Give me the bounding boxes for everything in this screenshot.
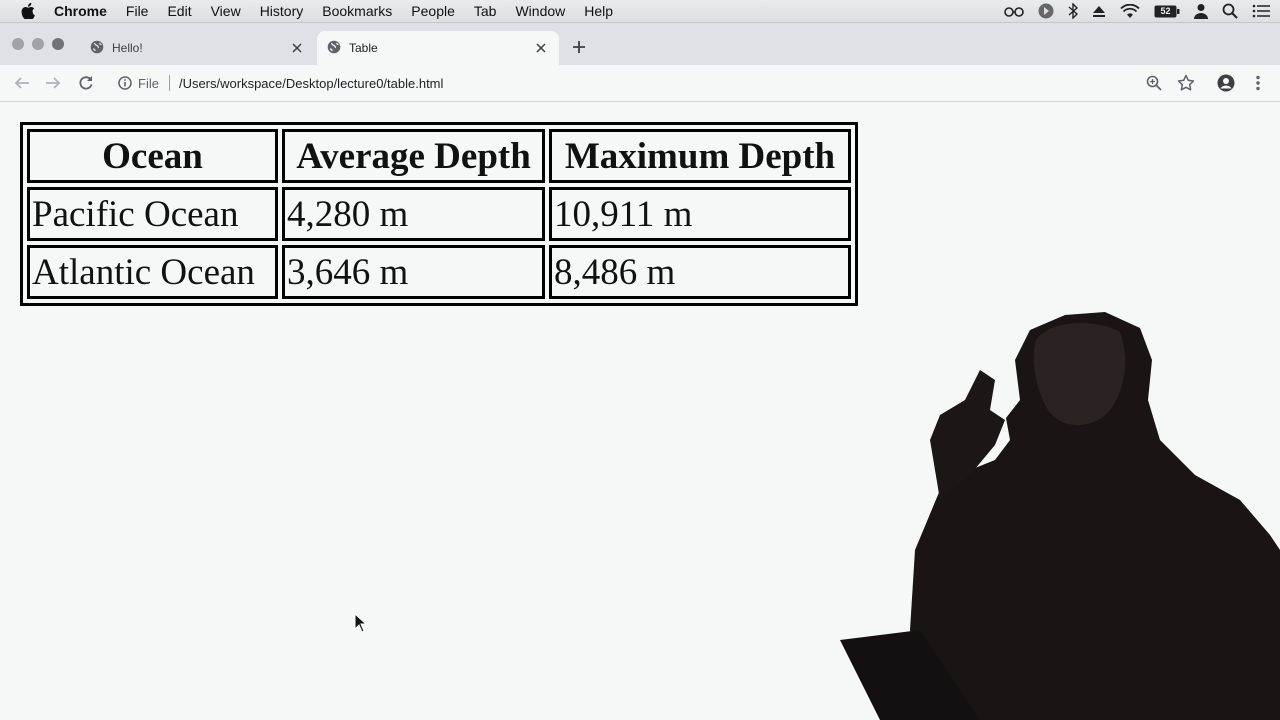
menu-people[interactable]: People: [411, 3, 455, 19]
tab-title: Table: [349, 41, 378, 55]
battery-level-text: 52: [1160, 5, 1171, 16]
globe-icon: [327, 40, 341, 57]
menu-window[interactable]: Window: [515, 3, 565, 19]
tab-table[interactable]: Table: [317, 31, 559, 65]
more-menu-icon[interactable]: [1249, 74, 1267, 92]
bluetooth-icon[interactable]: [1068, 3, 1078, 19]
back-arrow-icon[interactable]: [12, 73, 32, 93]
header-ocean: Ocean: [27, 129, 278, 183]
address-bar[interactable]: File /Users/workspace/Desktop/lecture0/t…: [108, 69, 1178, 97]
header-average-depth: Average Depth: [282, 129, 545, 183]
wifi-icon[interactable]: [1120, 3, 1140, 19]
macos-menu-bar: Chrome File Edit View History Bookmarks …: [0, 0, 1280, 23]
table-row: Pacific Ocean 4,280 m 10,911 m: [27, 187, 851, 241]
scheme-label: File: [138, 75, 159, 91]
battery-icon[interactable]: 52: [1154, 5, 1180, 18]
globe-icon: [90, 40, 104, 57]
presenter-figure: [840, 312, 1280, 720]
status-icons: 52: [1004, 0, 1270, 22]
menu-view[interactable]: View: [211, 3, 241, 19]
menu-help[interactable]: Help: [584, 3, 613, 19]
browser-toolbar: File /Users/workspace/Desktop/lecture0/t…: [0, 65, 1280, 102]
table-cell: 8,486 m: [549, 245, 851, 299]
mouse-cursor-icon: [354, 613, 368, 633]
app-status-icon[interactable]: [1038, 3, 1054, 19]
table-cell: Pacific Ocean: [27, 187, 278, 241]
address-divider: [168, 75, 170, 91]
forward-arrow-icon[interactable]: [43, 73, 63, 93]
menu-tab[interactable]: Tab: [474, 3, 497, 19]
menu-edit[interactable]: Edit: [167, 3, 191, 19]
menu-file[interactable]: File: [126, 3, 149, 19]
close-tab-icon[interactable]: [289, 40, 305, 56]
table-cell: 3,646 m: [282, 245, 545, 299]
close-tab-icon[interactable]: [533, 40, 549, 56]
tab-hello[interactable]: Hello!: [80, 31, 315, 65]
reload-icon[interactable]: [76, 73, 96, 93]
notification-center-icon[interactable]: [1252, 4, 1270, 18]
url-text[interactable]: /Users/workspace/Desktop/lecture0/table.…: [179, 76, 443, 91]
apple-menu-icon[interactable]: [20, 3, 36, 19]
info-icon[interactable]: [118, 76, 132, 90]
table-cell: 4,280 m: [282, 187, 545, 241]
menu-history[interactable]: History: [260, 3, 304, 19]
menu-bookmarks[interactable]: Bookmarks: [322, 3, 392, 19]
new-tab-plus-icon[interactable]: [569, 37, 589, 57]
bookmark-star-icon[interactable]: [1177, 74, 1195, 92]
zoom-icon[interactable]: [1145, 74, 1163, 92]
glasses-icon[interactable]: [1004, 5, 1024, 17]
tab-title: Hello!: [112, 41, 143, 55]
menu-chrome[interactable]: Chrome: [54, 3, 107, 19]
tab-strip: Hello! Table: [0, 23, 1280, 65]
table-row: Atlantic Ocean 3,646 m 8,486 m: [27, 245, 851, 299]
table-cell: 10,911 m: [549, 187, 851, 241]
header-maximum-depth: Maximum Depth: [549, 129, 851, 183]
window-controls: [12, 38, 64, 50]
user-icon[interactable]: [1194, 3, 1208, 19]
zoom-window-button[interactable]: [52, 38, 64, 50]
profile-avatar-icon[interactable]: [1217, 74, 1235, 92]
spotlight-search-icon[interactable]: [1222, 3, 1238, 19]
eject-icon[interactable]: [1092, 4, 1106, 18]
minimize-window-button[interactable]: [32, 38, 44, 50]
close-window-button[interactable]: [12, 38, 24, 50]
ocean-depth-table: Ocean Average Depth Maximum Depth Pacifi…: [20, 122, 858, 306]
table-cell: Atlantic Ocean: [27, 245, 278, 299]
table-header-row: Ocean Average Depth Maximum Depth: [27, 129, 851, 183]
page-viewport: Ocean Average Depth Maximum Depth Pacifi…: [0, 102, 1280, 720]
